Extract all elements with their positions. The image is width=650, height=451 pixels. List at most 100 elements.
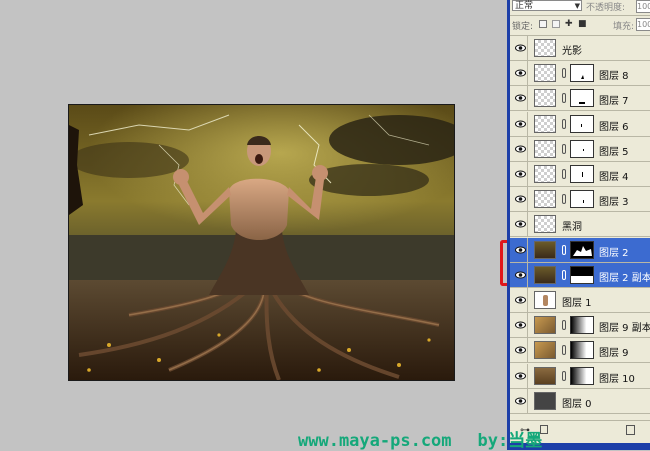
layer-row[interactable]: 图层 10 xyxy=(510,363,650,389)
layer-mask-thumbnail[interactable] xyxy=(570,190,594,209)
chain-link-icon[interactable] xyxy=(562,370,566,381)
lock-transparency-icon[interactable] xyxy=(539,20,547,28)
chain-link-icon[interactable] xyxy=(562,320,566,331)
eye-icon[interactable] xyxy=(513,111,528,137)
lock-position-icon[interactable]: ✚ xyxy=(565,20,573,29)
layer-name: 图层 2 xyxy=(599,247,629,259)
eye-icon[interactable] xyxy=(513,262,528,288)
opacity-label: 不透明度: xyxy=(586,3,626,13)
layer-row[interactable]: 图层 1 xyxy=(510,288,650,313)
fill-input[interactable]: 100 xyxy=(636,18,650,31)
layer-row[interactable]: 黑洞 xyxy=(510,212,650,238)
layer-row[interactable]: 图层 2 副本 xyxy=(510,262,650,288)
layer-mask-thumbnail[interactable] xyxy=(570,64,594,83)
layer-row[interactable]: 图层 9 xyxy=(510,338,650,364)
layer-name: 图层 1 xyxy=(562,298,592,309)
eye-icon[interactable] xyxy=(513,363,528,389)
chain-link-icon[interactable] xyxy=(562,143,566,154)
layer-thumbnail xyxy=(534,265,556,284)
eye-icon[interactable] xyxy=(513,388,528,414)
layer-row[interactable]: 图层 3 xyxy=(510,187,650,213)
layer-name: 图层 9 xyxy=(599,348,629,360)
chain-link-icon[interactable] xyxy=(562,93,566,104)
lock-image-icon[interactable] xyxy=(552,20,560,28)
layer-thumbnail xyxy=(534,190,556,209)
layer-row[interactable]: 图层 8 xyxy=(510,61,650,87)
layer-mask-thumbnail[interactable] xyxy=(570,341,594,360)
layer-name: 图层 8 xyxy=(599,71,629,83)
layer-name: 图层 10 xyxy=(599,373,635,385)
eye-icon[interactable] xyxy=(513,212,528,238)
eye-icon[interactable] xyxy=(513,237,528,263)
layer-name: 光影 xyxy=(562,46,582,57)
layer-options-row: 正常 ▼ 不透明度: 100 xyxy=(510,0,650,16)
layer-thumbnail xyxy=(534,39,556,57)
eye-icon[interactable] xyxy=(513,136,528,162)
layer-thumbnail xyxy=(534,215,556,234)
layer-thumbnail xyxy=(534,291,556,309)
watermark: www.maya-ps.com by:当墨 xyxy=(298,426,543,451)
layer-thumbnail xyxy=(534,64,556,83)
layer-name: 图层 7 xyxy=(599,96,629,108)
artwork-image xyxy=(69,105,454,380)
layer-thumbnail xyxy=(534,366,556,385)
document-canvas[interactable] xyxy=(68,104,455,381)
watermark-site: www.maya-ps.com xyxy=(298,431,452,451)
layer-mask-thumbnail[interactable] xyxy=(570,139,594,158)
layer-row[interactable]: 图层 4 xyxy=(510,162,650,187)
chain-link-icon[interactable] xyxy=(562,244,566,255)
layer-name: 图层 4 xyxy=(599,172,629,183)
layer-mask-thumbnail[interactable] xyxy=(570,114,594,133)
lock-all-icon[interactable]: ■ xyxy=(578,20,587,29)
eye-icon[interactable] xyxy=(513,61,528,87)
layer-thumbnail xyxy=(534,316,556,335)
fill-label: 填充: xyxy=(613,22,635,32)
blend-mode-select[interactable]: 正常 ▼ xyxy=(512,0,582,11)
layer-mask-thumbnail[interactable] xyxy=(570,316,594,335)
layers-panel: 正常 ▼ 不透明度: 100 锁定: ✚ ■ 填充: 100 光影图层 8 图层 … xyxy=(507,0,650,450)
watermark-author: by:当墨 xyxy=(477,431,543,451)
eye-icon[interactable] xyxy=(513,86,528,112)
layer-row[interactable]: 图层 5 xyxy=(510,136,650,162)
eye-icon[interactable] xyxy=(513,338,528,364)
layer-row[interactable]: 图层 9 副本 xyxy=(510,313,650,339)
eye-icon[interactable] xyxy=(513,313,528,339)
eye-icon[interactable] xyxy=(513,288,528,313)
layer-thumbnail xyxy=(534,341,556,360)
layer-mask-thumbnail[interactable] xyxy=(570,89,594,108)
chain-link-icon[interactable] xyxy=(562,68,566,79)
layers-panel-body: 正常 ▼ 不透明度: 100 锁定: ✚ ■ 填充: 100 光影图层 8 图层 … xyxy=(510,0,650,443)
layer-name: 黑洞 xyxy=(562,222,582,234)
layer-row[interactable]: 图层 0 xyxy=(510,388,650,414)
eye-icon[interactable] xyxy=(513,187,528,213)
trash-icon[interactable] xyxy=(626,425,635,435)
layer-mask-thumbnail[interactable] xyxy=(570,366,594,385)
layer-thumbnail xyxy=(534,165,556,183)
layer-thumbnail xyxy=(534,240,556,259)
opacity-input[interactable]: 100 xyxy=(636,0,650,13)
layer-row[interactable]: 图层 2 xyxy=(510,237,650,263)
chain-link-icon[interactable] xyxy=(562,269,566,280)
layer-name: 图层 5 xyxy=(599,146,629,158)
chevron-down-icon: ▼ xyxy=(574,2,580,10)
blend-mode-value: 正常 xyxy=(515,1,534,11)
lock-row: 锁定: ✚ ■ 填充: 100 xyxy=(510,15,650,36)
chain-link-icon[interactable] xyxy=(562,169,566,179)
layer-thumbnail xyxy=(534,139,556,158)
layer-name: 图层 6 xyxy=(599,121,629,133)
eye-icon[interactable] xyxy=(513,162,528,187)
layer-name: 图层 0 xyxy=(562,398,592,410)
lock-label: 锁定: xyxy=(512,22,534,32)
chain-link-icon[interactable] xyxy=(562,118,566,129)
layer-row[interactable]: 图层 7 xyxy=(510,86,650,112)
eye-icon[interactable] xyxy=(513,36,528,61)
layer-mask-thumbnail[interactable] xyxy=(570,165,594,183)
layer-mask-thumbnail[interactable] xyxy=(570,240,594,259)
layer-row[interactable]: 图层 6 xyxy=(510,111,650,137)
chain-link-icon[interactable] xyxy=(562,345,566,356)
layer-name: 图层 9 副本 xyxy=(599,323,650,335)
chain-link-icon[interactable] xyxy=(562,194,566,205)
layer-name: 图层 3 xyxy=(599,197,629,209)
layer-row[interactable]: 光影 xyxy=(510,36,650,61)
layer-mask-thumbnail[interactable] xyxy=(570,265,594,284)
